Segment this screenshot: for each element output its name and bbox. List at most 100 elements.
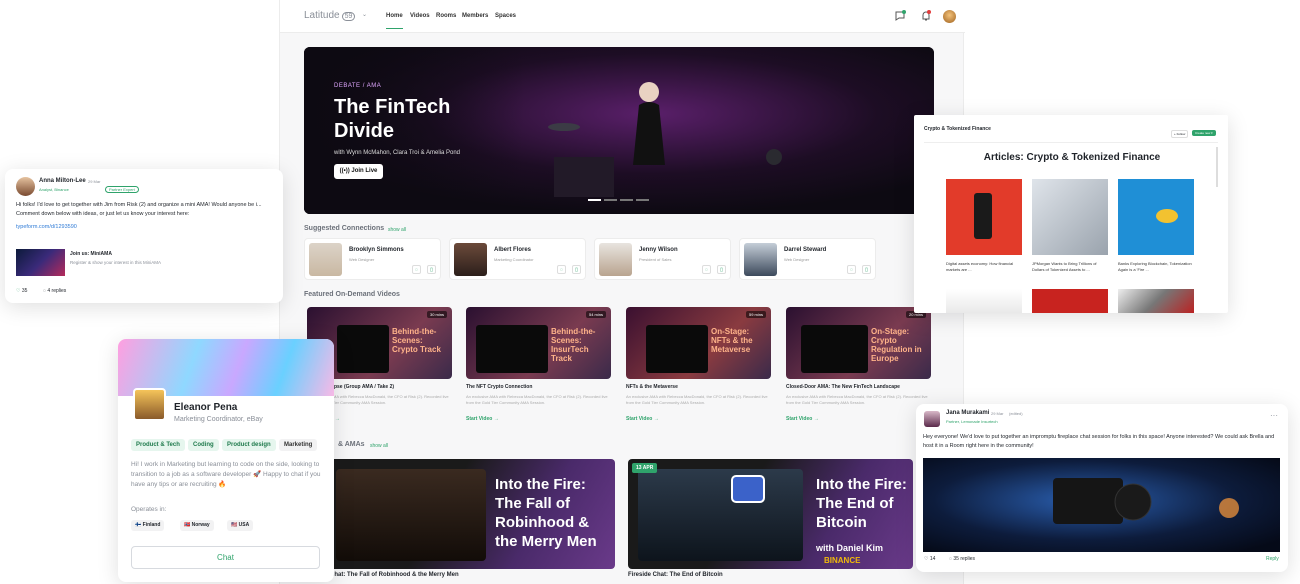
avatar[interactable] xyxy=(924,411,940,427)
create-new-button[interactable]: Create new ▾ xyxy=(1192,130,1216,136)
notification-bell-icon[interactable] xyxy=(920,10,932,22)
like-count: 14 xyxy=(929,556,936,562)
replies-button[interactable]: ◌ 35 replies xyxy=(949,556,975,562)
connect-icon[interactable]: ◌ xyxy=(847,265,856,274)
start-video-link[interactable]: Start Video → xyxy=(466,416,499,422)
chevron-down-icon[interactable]: ⌄ xyxy=(362,11,367,18)
interest-tag[interactable]: Coding xyxy=(188,439,219,451)
more-options-icon[interactable]: ··· xyxy=(1270,411,1278,420)
connection-role: President of Sales xyxy=(639,257,672,262)
post-author-role: Partner, Lemonade Insurtech xyxy=(946,419,998,424)
like-button[interactable]: ♡ 14 xyxy=(924,556,935,562)
latitude-logo[interactable]: Latitude 59 xyxy=(304,10,356,21)
reply-button[interactable]: Reply xyxy=(1266,556,1279,562)
amas-show-all-link[interactable]: show all xyxy=(370,443,388,449)
video-duration: 54 mins xyxy=(585,311,606,318)
article-image[interactable] xyxy=(1118,289,1194,313)
profile-bio: Hi! I work in Marketing but learning to … xyxy=(131,461,321,488)
avatar xyxy=(744,243,777,276)
ama-card[interactable]: Into the Fire: The Fall of Robinhood & t… xyxy=(330,459,615,569)
interest-tag[interactable]: Product & Tech xyxy=(131,439,185,451)
nav-spaces[interactable]: Spaces xyxy=(495,13,516,19)
join-live-label: Join Live xyxy=(351,168,378,174)
bookmark-icon[interactable]: ▯ xyxy=(427,265,436,274)
avatar[interactable] xyxy=(16,177,35,196)
article-caption[interactable]: JPMorgan Wants to Bring Trillions of Dol… xyxy=(1032,261,1108,273)
article-image[interactable] xyxy=(946,179,1022,255)
typeform-link[interactable]: typeform.com/d/1293590 xyxy=(16,224,77,230)
chat-button[interactable]: Chat xyxy=(131,546,320,569)
start-video-link[interactable]: Start Video → xyxy=(626,416,659,422)
follow-button[interactable]: + Follow xyxy=(1171,130,1189,138)
connect-icon[interactable]: ◌ xyxy=(557,265,566,274)
country-chip: 🇺🇸 USA xyxy=(227,520,254,531)
article-caption[interactable]: Banks Exploring Blockchain, Tokenization… xyxy=(1118,261,1194,273)
join-live-button[interactable]: ((•)) Join Live xyxy=(334,164,383,179)
post-author-role: Analyst, Binance xyxy=(39,187,69,192)
finland-flag-icon: 🇫🇮 xyxy=(135,522,142,528)
carousel-dot-active[interactable] xyxy=(588,199,601,201)
post-body: Hi folks! I'd love to get together with … xyxy=(16,202,262,217)
video-thumbnail[interactable]: 59 mins On-Stage: NFTs & the Metaverse xyxy=(626,307,771,379)
interest-tag[interactable]: Marketing xyxy=(279,439,318,451)
hero-title: The FinTech Divide xyxy=(334,96,451,142)
attachment-title[interactable]: Join us: MiniAMA xyxy=(70,251,112,257)
connection-card[interactable]: Jenny Wilson President of Sales ◌ ▯ xyxy=(594,238,731,280)
main-app-window: Latitude 59 ⌄ Home Videos Rooms Members S… xyxy=(279,0,965,584)
nav-rooms[interactable]: Rooms xyxy=(436,13,456,19)
article-caption[interactable]: Digital assets economy: How financial ma… xyxy=(946,261,1022,273)
bookmark-icon[interactable]: ▯ xyxy=(572,265,581,274)
post-author[interactable]: Anna Milton-Lee xyxy=(39,178,86,184)
article-image[interactable] xyxy=(1118,179,1194,255)
start-video-link[interactable]: Start Video → xyxy=(786,416,819,422)
nav-members[interactable]: Members xyxy=(462,13,488,19)
article-image[interactable] xyxy=(946,289,1022,313)
nav-videos[interactable]: Videos xyxy=(410,13,430,19)
carousel-dot[interactable] xyxy=(636,199,649,201)
comment-icon: ◌ xyxy=(43,288,46,294)
chat-icon[interactable] xyxy=(894,10,906,22)
scrollbar[interactable] xyxy=(1216,147,1218,187)
avatar xyxy=(599,243,632,276)
replies-count: 35 replies xyxy=(953,556,976,562)
video-thumbnail[interactable]: 20 mins On-Stage: Crypto Regulation in E… xyxy=(786,307,931,379)
video-duration: 30 mins xyxy=(426,311,447,318)
connection-card[interactable]: Brooklyn Simmons Web Designer ◌ ▯ xyxy=(304,238,441,280)
replies-button[interactable]: ◌ 4 replies xyxy=(43,288,66,294)
country-chip: 🇫🇮 Finland xyxy=(131,520,165,531)
video-thumbnail[interactable]: 54 mins Behind-the-Scenes: InsurTech Tra… xyxy=(466,307,611,379)
ama-card[interactable]: 13 APR Into the Fire: The End of Bitcoin… xyxy=(628,459,913,569)
thumbnail-title: On-Stage: Crypto Regulation in Europe xyxy=(871,327,922,363)
connection-card[interactable]: Albert Flores Marketing Coordinator ◌ ▯ xyxy=(449,238,586,280)
user-avatar[interactable] xyxy=(943,10,956,23)
profile-role: Marketing Coordinator, eBay xyxy=(174,416,263,423)
bookmark-icon[interactable]: ▯ xyxy=(862,265,871,274)
connection-name: Darrel Steward xyxy=(784,247,827,253)
carousel-dot[interactable] xyxy=(620,199,633,201)
connections-show-all-link[interactable]: show all xyxy=(388,227,406,233)
post-image[interactable] xyxy=(923,458,1280,552)
profile-avatar[interactable] xyxy=(133,388,166,421)
post-author[interactable]: Jana Murakami xyxy=(946,410,989,416)
connection-card[interactable]: Darrel Steward Web Designer ◌ ▯ xyxy=(739,238,876,280)
carousel-dot[interactable] xyxy=(604,199,617,201)
product-image xyxy=(974,193,992,239)
nav-home[interactable]: Home xyxy=(386,13,403,29)
attachment-thumbnail[interactable] xyxy=(16,249,65,276)
connect-icon[interactable]: ◌ xyxy=(702,265,711,274)
connect-icon[interactable]: ◌ xyxy=(412,265,421,274)
amas-section-title: & AMAs xyxy=(338,441,365,448)
norway-flag-icon: 🇳🇴 xyxy=(184,522,191,528)
chart-screen-icon xyxy=(731,475,765,503)
interest-tag[interactable]: Product design xyxy=(222,439,276,451)
hero-banner[interactable]: DEBATE / AMA The FinTech Divide with Wyn… xyxy=(304,47,934,214)
article-image[interactable] xyxy=(1032,179,1108,255)
speaker-image xyxy=(337,325,389,373)
video-description: An exclusive AMA with Rebecca MacDonald,… xyxy=(786,394,928,405)
top-navigation-bar: Latitude 59 ⌄ Home Videos Rooms Members S… xyxy=(280,0,965,33)
like-button[interactable]: ♡ 35 xyxy=(16,288,27,294)
bookmark-icon[interactable]: ▯ xyxy=(717,265,726,274)
featured-videos-title: Featured On-Demand Videos xyxy=(304,291,400,298)
article-image[interactable] xyxy=(1032,289,1108,313)
ama-thumbnail-title: Into the Fire: The Fall of Robinhood & t… xyxy=(495,476,597,550)
